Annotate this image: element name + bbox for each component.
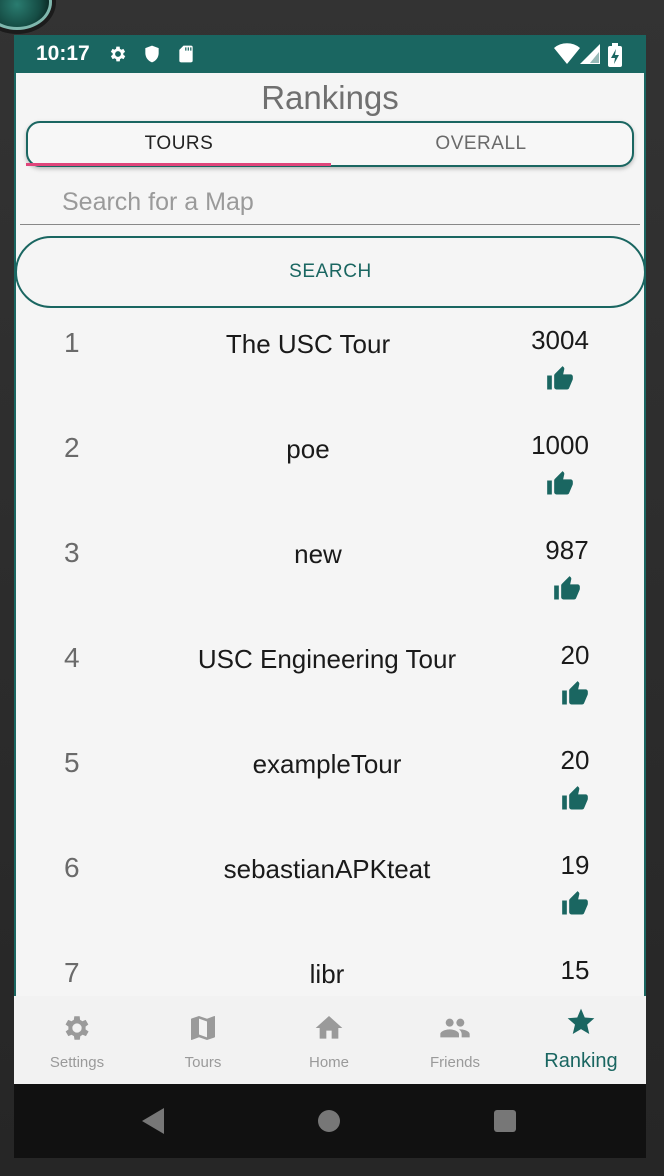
list-item[interactable]: 3 new 987 bbox=[16, 523, 644, 628]
page-title: Rankings bbox=[261, 79, 399, 116]
people-icon bbox=[440, 1018, 470, 1038]
like-count: 1000 bbox=[531, 430, 589, 460]
cell-signal-icon bbox=[580, 44, 600, 64]
tour-name: new bbox=[294, 539, 342, 569]
like-count: 987 bbox=[545, 535, 589, 565]
tab-tours[interactable]: TOURS bbox=[28, 123, 330, 165]
battery-charging-icon bbox=[608, 43, 622, 67]
nav-label: Tours bbox=[184, 1054, 222, 1071]
nav-ranking[interactable]: Ranking bbox=[518, 996, 644, 1084]
like-count: 20 bbox=[560, 640, 590, 670]
nav-label: Settings bbox=[49, 1054, 105, 1071]
rank-number: 5 bbox=[64, 747, 80, 778]
list-item[interactable]: 5 exampleTour 20 bbox=[16, 733, 644, 838]
tab-overall[interactable]: OVERALL bbox=[330, 123, 632, 165]
like-count: 19 bbox=[560, 850, 590, 880]
list-item[interactable]: 6 sebastianAPKteat 19 bbox=[16, 838, 644, 943]
star-icon bbox=[567, 1008, 595, 1034]
like-count: 15 bbox=[560, 955, 590, 985]
tab-bar: TOURS OVERALL bbox=[26, 121, 634, 167]
thumbs-up-icon[interactable] bbox=[552, 575, 582, 603]
home-circle-icon[interactable] bbox=[318, 1110, 340, 1132]
search-input[interactable] bbox=[20, 181, 640, 225]
tour-name: The USC Tour bbox=[225, 329, 391, 359]
nav-label: Friends bbox=[429, 1054, 481, 1071]
tour-name: sebastianAPKteat bbox=[223, 854, 431, 884]
list-item[interactable]: 4 USC Engineering Tour 20 bbox=[16, 628, 644, 733]
tour-name: libr bbox=[309, 959, 345, 989]
list-item[interactable]: 1 The USC Tour 3004 bbox=[16, 313, 644, 418]
recent-apps-icon[interactable] bbox=[494, 1110, 516, 1132]
status-time: 10:17 bbox=[36, 42, 90, 65]
list-item[interactable]: 2 poe 1000 bbox=[16, 418, 644, 523]
thumbs-up-icon[interactable] bbox=[560, 785, 590, 813]
back-icon[interactable] bbox=[142, 1108, 164, 1134]
nav-tours[interactable]: Tours bbox=[140, 996, 266, 1084]
shield-icon bbox=[145, 45, 159, 63]
thumbs-up-icon[interactable] bbox=[545, 365, 575, 393]
rank-number: 7 bbox=[64, 957, 80, 988]
gear-icon bbox=[110, 46, 126, 62]
like-count: 3004 bbox=[531, 325, 589, 355]
system-navigation-bar bbox=[14, 1084, 646, 1158]
home-icon bbox=[315, 1016, 343, 1039]
phone-screen: 10:17 Rankings TOURS OVERALL Search for … bbox=[14, 35, 646, 1158]
tour-name: poe bbox=[286, 434, 330, 464]
like-count: 20 bbox=[560, 745, 590, 775]
map-icon bbox=[191, 1016, 215, 1040]
thumbs-up-icon[interactable] bbox=[545, 470, 575, 498]
rank-number: 3 bbox=[64, 537, 80, 568]
rank-number: 6 bbox=[64, 852, 80, 883]
thumbs-up-icon[interactable] bbox=[560, 680, 590, 708]
nav-settings[interactable]: Settings bbox=[14, 996, 140, 1084]
thumbs-up-icon[interactable] bbox=[560, 890, 590, 918]
nav-home[interactable]: Home bbox=[266, 996, 392, 1084]
tour-name: exampleTour bbox=[252, 749, 402, 779]
rank-number: 4 bbox=[64, 642, 80, 673]
nav-friends[interactable]: Friends bbox=[392, 996, 518, 1084]
rank-number: 2 bbox=[64, 432, 80, 463]
tour-name: USC Engineering Tour bbox=[197, 644, 457, 674]
list-item[interactable]: 7 libr 15 bbox=[16, 943, 644, 996]
nav-label: Home bbox=[308, 1054, 349, 1071]
search-button[interactable]: SEARCH bbox=[16, 236, 644, 308]
sd-card-icon bbox=[179, 45, 193, 63]
tab-indicator bbox=[26, 163, 331, 166]
nav-label: Ranking bbox=[544, 1050, 618, 1072]
gear-icon bbox=[65, 1016, 89, 1040]
rank-number: 1 bbox=[64, 327, 80, 358]
bottom-navigation: Settings Tours Home Friends Ranking bbox=[14, 996, 646, 1084]
status-bar: 10:17 bbox=[14, 35, 646, 73]
wifi-icon bbox=[554, 43, 580, 64]
rankings-content: Rankings TOURS OVERALL SEARCH 1 The USC … bbox=[14, 73, 646, 996]
